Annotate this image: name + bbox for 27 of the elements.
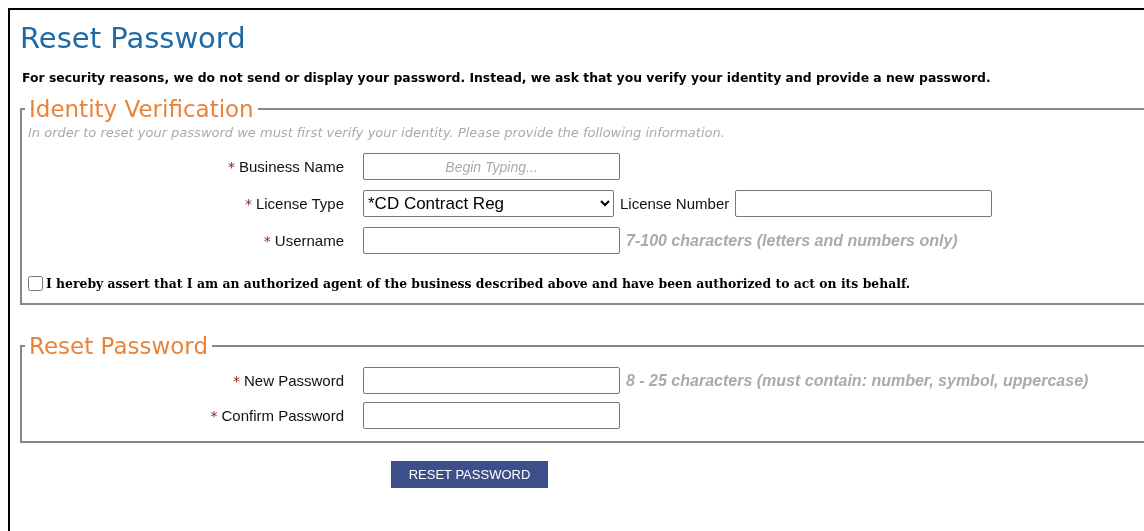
field-label: Business Name [238,158,344,175]
field-hint: 7-100 characters (letters and numbers only) [626,231,958,250]
required-mark: * [227,158,235,175]
select-field[interactable]: *CD Contract Reg [363,190,614,217]
required-mark: * [232,372,240,389]
field-hint: 8 - 25 characters (must contain: number, symbol, uppercase) [626,371,1089,390]
field-label: New Password [243,372,344,389]
input-field[interactable] [735,190,993,217]
reset-password-button[interactable]: RESET PASSWORD [391,461,548,488]
section-legend: Reset Password [25,333,212,359]
field-label: License Number [620,195,730,212]
required-mark: * [263,232,271,249]
password-field[interactable] [363,367,620,394]
field-label: Username [274,232,344,249]
field-label: License Type [255,195,344,212]
input-field[interactable]: Begin Typing... [363,153,620,180]
password-field[interactable] [363,402,620,429]
page-title: Reset Password [20,20,246,56]
agreement-checkbox[interactable] [28,276,43,291]
section-legend: Identity Verification [25,96,258,122]
field-label: Confirm Password [221,407,344,424]
agreement-text: I hereby assert that I am an authorized agent of the business described above and have been authorized to act on its behalf. [46,276,911,291]
intro-text: For security reasons, we do not send or display your password. Instead, we ask that you verify your identity and provide a new password. [22,70,991,85]
required-mark: * [244,195,252,212]
input-field[interactable] [363,227,620,254]
section-note: In order to reset your password we must first verify your identity. Please provide the following information. [28,125,725,140]
required-mark: * [210,407,218,424]
